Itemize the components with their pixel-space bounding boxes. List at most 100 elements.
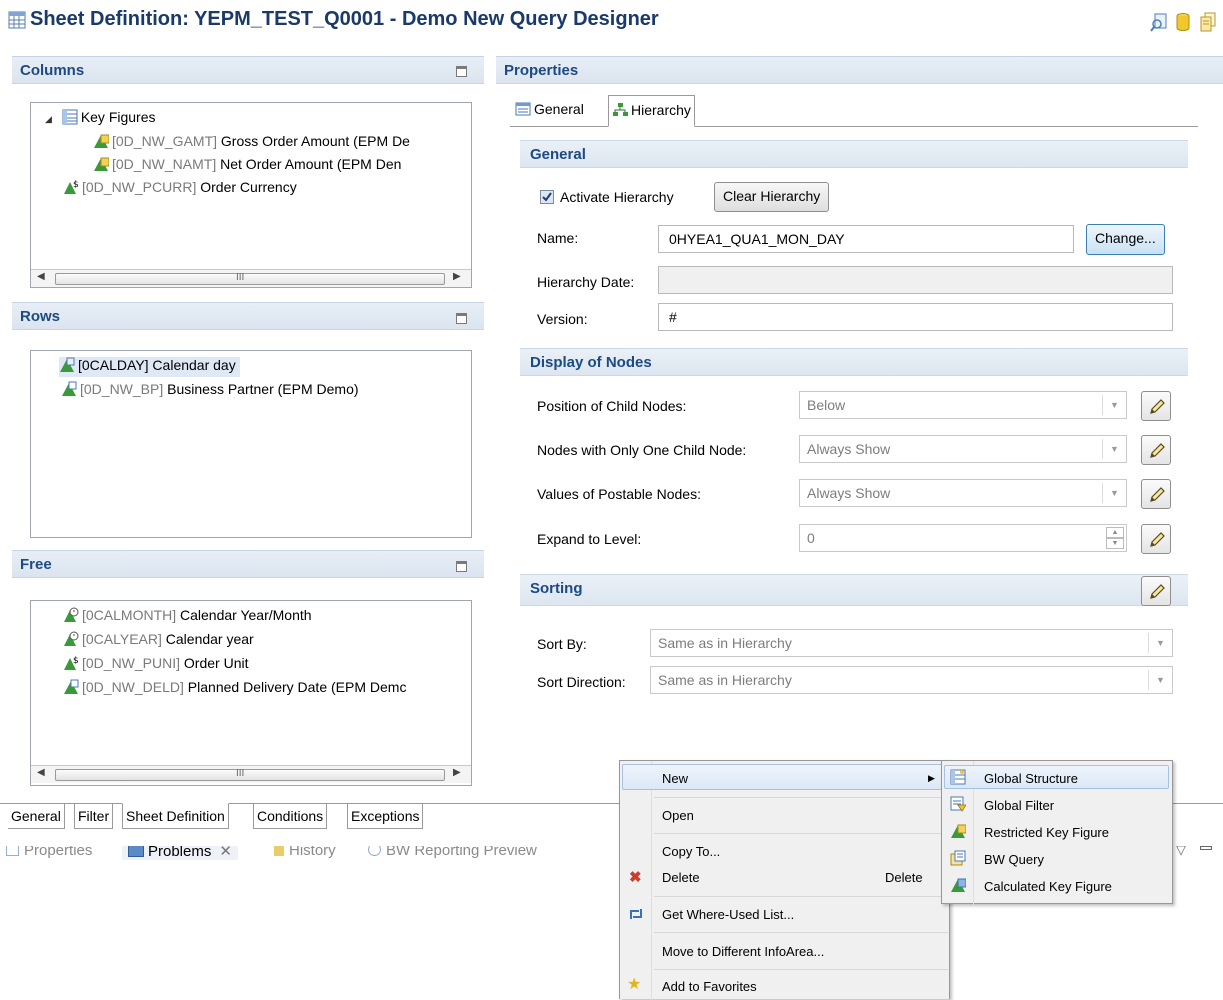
view-tab-properties[interactable]: Properties — [6, 846, 92, 859]
edit-sorting-button[interactable] — [1141, 576, 1171, 606]
scroll-right-icon[interactable]: ▶ — [453, 767, 461, 778]
tree-node-calendar-year-month[interactable]: [0CALMONTH] Calendar Year/Month — [63, 607, 312, 627]
view-tab-history[interactable]: History — [274, 846, 336, 859]
unit-characteristic-icon: $ — [64, 656, 79, 670]
expand-level-spinner[interactable]: 0 ▲ ▼ — [799, 524, 1127, 552]
time-characteristic-icon — [64, 631, 79, 646]
menu-item-copy-to[interactable]: Copy To... — [662, 844, 720, 859]
key-figure-icon — [94, 134, 109, 148]
sort-direction-label: Sort Direction: — [537, 674, 626, 690]
rows-tree[interactable]: [0CALDAY] Calendar day [0D_NW_BP] Busine… — [30, 350, 472, 538]
minimize-columns-icon[interactable] — [456, 66, 467, 77]
sort-direction-select[interactable]: Same as in Hierarchy ▼ — [650, 666, 1173, 694]
submenu-item-calculated-key-figure[interactable]: Calculated Key Figure — [984, 879, 1112, 894]
menu-item-new[interactable]: New — [662, 771, 688, 786]
tree-node-order-unit[interactable]: $ [0D_NW_PUNI] Order Unit — [63, 655, 249, 675]
columns-horizontal-scrollbar[interactable]: ◀ III ▶ — [31, 269, 471, 287]
edit-one-child-button[interactable] — [1141, 435, 1171, 465]
tree-node-gross-order-amount[interactable]: [0D_NW_GAMT] Gross Order Amount (EPM De — [93, 133, 410, 153]
free-tree[interactable]: [0CALMONTH] Calendar Year/Month [0CALYEA… — [30, 600, 472, 786]
edit-position-button[interactable] — [1141, 391, 1171, 421]
dropdown-arrow-icon[interactable]: ▼ — [1102, 483, 1126, 503]
submenu-item-global-filter[interactable]: Global Filter — [984, 798, 1054, 813]
scroll-right-icon[interactable]: ▶ — [453, 271, 461, 282]
problems-view-icon — [128, 846, 144, 857]
menu-item-where-used[interactable]: Get Where-Used List... — [662, 907, 794, 922]
rows-title: Rows — [20, 308, 61, 325]
menu-separator — [654, 896, 948, 897]
dropdown-arrow-icon[interactable]: ▼ — [1148, 670, 1172, 690]
clear-hierarchy-button[interactable]: Clear Hierarchy — [714, 182, 830, 212]
tab-general[interactable]: General — [512, 97, 587, 121]
pencil-icon — [1150, 443, 1165, 458]
tree-node-net-order-amount[interactable]: [0D_NW_NAMT] Net Order Amount (EPM Den — [93, 156, 401, 176]
bottom-tab-conditions[interactable]: Conditions — [253, 804, 328, 829]
pencil-icon — [1150, 584, 1165, 599]
minimize-view-icon[interactable] — [1200, 846, 1212, 850]
database-icon[interactable] — [1174, 12, 1192, 32]
collapse-arrow-icon[interactable]: ◢ — [45, 114, 52, 124]
menu-item-move-infoarea[interactable]: Move to Different InfoArea... — [662, 944, 824, 959]
hierarchy-date-field[interactable] — [658, 266, 1173, 294]
bottom-tab-sheet-definition[interactable]: Sheet Definition — [122, 803, 229, 829]
checkmark-icon — [542, 192, 552, 202]
global-structure-icon — [950, 769, 966, 785]
scroll-thumb[interactable]: III — [55, 768, 445, 781]
minimize-rows-icon[interactable] — [456, 313, 467, 324]
scroll-left-icon[interactable]: ◀ — [37, 767, 45, 778]
menu-item-open[interactable]: Open — [662, 808, 694, 823]
menu-separator — [654, 797, 948, 798]
menu-item-add-favorites[interactable]: Add to Favorites — [662, 979, 757, 994]
activate-hierarchy-checkbox[interactable] — [540, 190, 554, 204]
change-button[interactable]: Change... — [1086, 224, 1165, 255]
tree-node-business-partner[interactable]: [0D_NW_BP] Business Partner (EPM Demo) — [61, 381, 359, 401]
scroll-thumb[interactable]: III — [55, 272, 445, 285]
bottom-tab-filter[interactable]: Filter — [74, 804, 114, 829]
position-child-nodes-label: Position of Child Nodes: — [537, 398, 687, 414]
properties-section-header: Properties — [496, 56, 1223, 84]
tree-node-calendar-year[interactable]: [0CALYEAR] Calendar year — [63, 631, 254, 651]
dropdown-arrow-icon[interactable]: ▼ — [1102, 439, 1126, 459]
view-tab-bw-reporting-preview[interactable]: BW Reporting Preview — [368, 846, 537, 859]
spinner-down-icon[interactable]: ▼ — [1106, 538, 1124, 549]
edit-postable-button[interactable] — [1141, 479, 1171, 509]
tree-node-key-figures[interactable]: ◢ Key Figures — [45, 109, 156, 129]
postable-nodes-label: Values of Postable Nodes: — [537, 486, 701, 502]
tree-node-planned-delivery-date[interactable]: [0D_NW_DELD] Planned Delivery Date (EPM … — [63, 679, 406, 699]
sort-by-select[interactable]: Same as in Hierarchy ▼ — [650, 629, 1173, 657]
dropdown-arrow-icon[interactable]: ▼ — [1102, 395, 1126, 415]
delete-shortcut: Delete — [885, 870, 923, 885]
view-tab-problems[interactable]: Problems ✕ — [122, 846, 238, 860]
preview-icon[interactable] — [1150, 12, 1168, 32]
submenu-item-global-structure[interactable]: Global Structure — [984, 771, 1078, 786]
menu-separator — [654, 932, 948, 933]
hierarchy-name-field[interactable]: 0HYEA1_QUA1_MON_DAY — [658, 225, 1074, 253]
view-menu-icon[interactable]: ▽ — [1176, 846, 1186, 858]
submenu-item-restricted-key-figure[interactable]: Restricted Key Figure — [984, 825, 1109, 840]
menu-item-delete[interactable]: Delete — [662, 870, 700, 885]
postable-nodes-select[interactable]: Always Show ▼ — [799, 479, 1127, 507]
minimize-free-icon[interactable] — [456, 561, 467, 572]
columns-tree[interactable]: ◢ Key Figures [0D_NW_GAMT] Gross Order A… — [30, 102, 472, 288]
close-view-icon[interactable]: ✕ — [219, 846, 232, 860]
bottom-tab-exceptions[interactable]: Exceptions — [347, 804, 424, 829]
free-title: Free — [20, 556, 52, 573]
submenu-item-bw-query[interactable]: BW Query — [984, 852, 1044, 867]
dropdown-arrow-icon[interactable]: ▼ — [1148, 633, 1172, 653]
properties-view-icon — [6, 846, 19, 856]
scroll-left-icon[interactable]: ◀ — [37, 271, 45, 282]
hierarchy-tab-icon — [613, 103, 628, 116]
position-child-nodes-select[interactable]: Below ▼ — [799, 391, 1127, 419]
general-tab-icon — [515, 102, 531, 116]
context-menu: New ▶ Open Copy To... ✖ Delete Delete Ge… — [619, 760, 950, 1000]
document-icon[interactable] — [1199, 12, 1217, 32]
edit-expand-button[interactable] — [1141, 524, 1171, 554]
spinner-up-icon[interactable]: ▲ — [1106, 527, 1124, 538]
tree-node-calendar-day[interactable]: [0CALDAY] Calendar day — [59, 357, 240, 377]
version-field[interactable]: # — [658, 303, 1173, 331]
bottom-tab-general[interactable]: General — [8, 804, 65, 829]
one-child-nodes-select[interactable]: Always Show ▼ — [799, 435, 1127, 463]
tab-hierarchy[interactable]: Hierarchy — [608, 95, 695, 127]
tree-node-order-currency[interactable]: $ [0D_NW_PCURR] Order Currency — [63, 179, 297, 199]
free-horizontal-scrollbar[interactable]: ◀ III ▶ — [31, 765, 471, 783]
